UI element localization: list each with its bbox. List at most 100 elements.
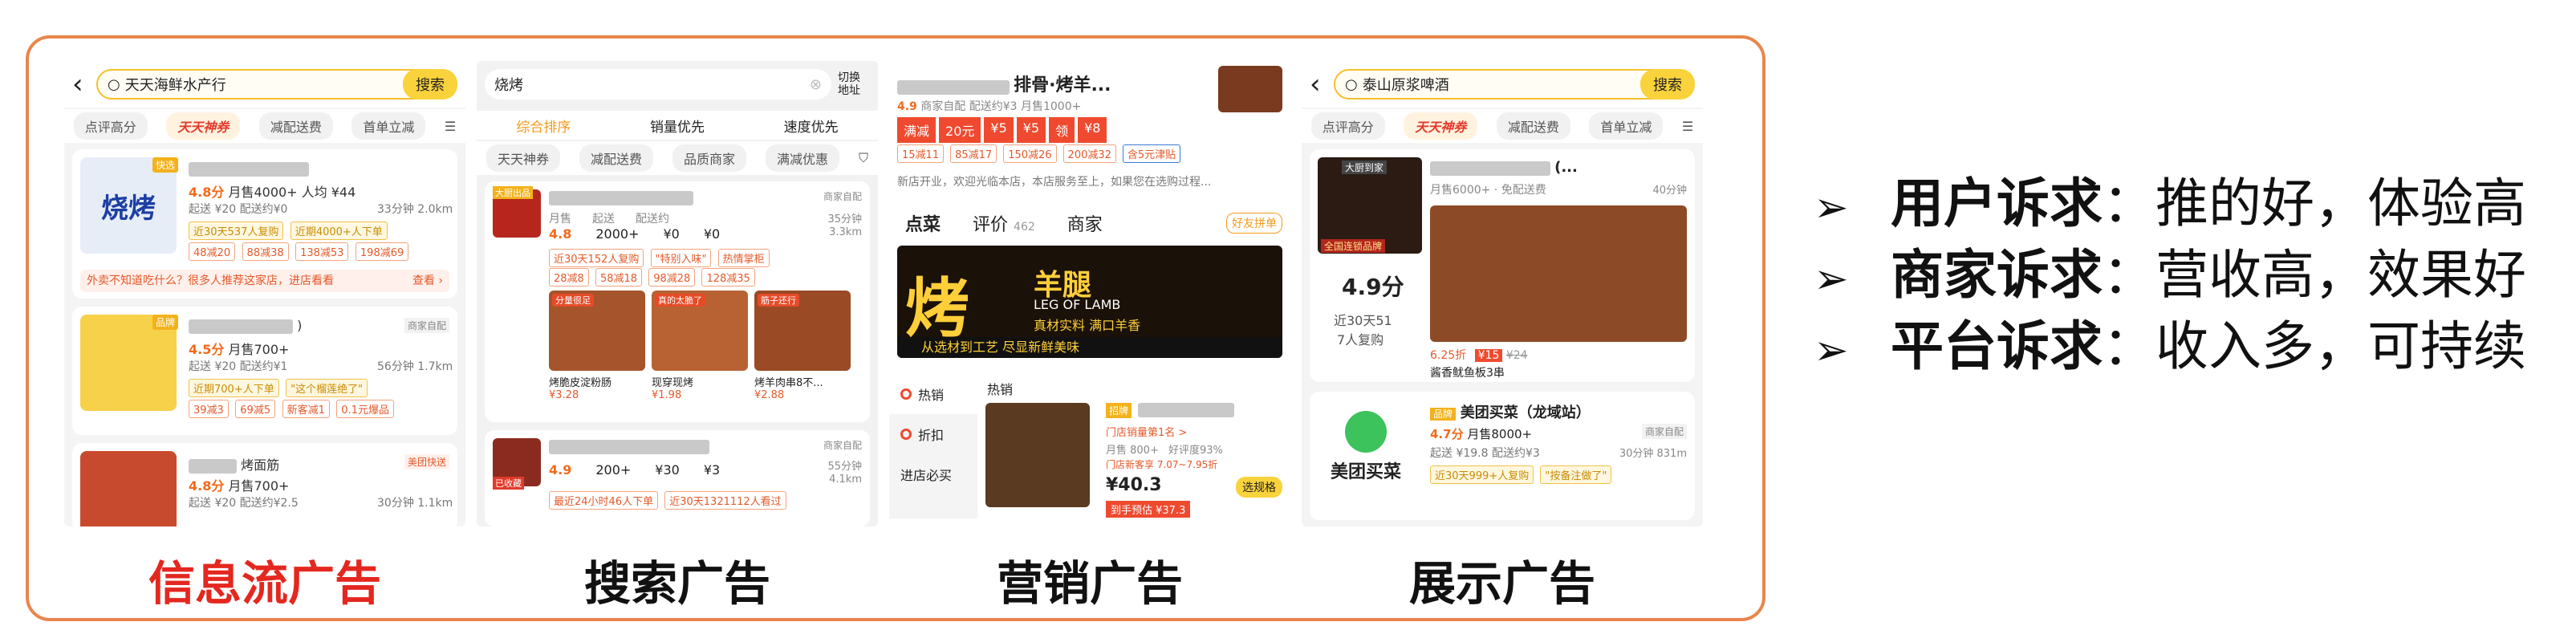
caption-search-ads: 搜索广告 [583, 556, 770, 611]
promo[interactable]: 满减 [897, 117, 937, 143]
tab-top-rated[interactable]: 点评高分 [1310, 112, 1385, 140]
tag-quote: "特别入味" [650, 249, 712, 267]
promo[interactable]: ¥5 [1016, 117, 1046, 143]
dish-item[interactable]: 筋子还行 烤羊肉串8不... ¥2.88 [754, 291, 851, 401]
dish-discount-note: 门店新客享 7.07~7.95折 [1106, 459, 1218, 470]
store-time: 35分钟 [827, 213, 862, 226]
promo-banner[interactable]: 烤 羊腿 LEG OF LAMB 真材实料 满口羊香 从选材到工艺 尽显新鲜美味 [897, 246, 1282, 358]
store-card[interactable]: 品牌 ) 商家自配 4.5分 月售700+ 起送 ¥20 配送约¥1 56分钟 … [72, 307, 457, 435]
search-text: 泰山原浆啤酒 [1362, 77, 1449, 94]
tab-coupon[interactable]: 天天神券 [1404, 112, 1478, 140]
filter-coupon[interactable]: 天天神券 [486, 144, 560, 172]
demand-platform: ➢ 平台诉求：收入多，可持续 [1814, 313, 2526, 384]
back-icon[interactable]: ‹ [1310, 68, 1334, 100]
store-name-suffix: (... [1554, 159, 1578, 176]
menu-icon[interactable]: ☰ [445, 119, 456, 134]
category-menu: 热销 折扣 进店必买 [889, 374, 977, 518]
label-delivery: 配送约 [636, 213, 669, 226]
promo[interactable]: ¥8 [1078, 117, 1107, 143]
tab-reviews[interactable]: 评价 462 [973, 210, 1035, 236]
store-card[interactable]: 烧烤 快选 4.8分 月售4000+ 人均 ¥44 起送 ¥20 配送约¥0 3… [72, 149, 457, 299]
store-name-suffix: 烤面筋 [241, 457, 280, 473]
filter-icon[interactable]: ⛉ [859, 150, 868, 166]
dish-image: 分量很足 [549, 291, 645, 371]
back-icon[interactable]: ‹ [72, 68, 96, 100]
dish-item[interactable]: 分量很足 烤脆皮淀粉肠 ¥3.28 [549, 291, 645, 401]
tab-coupon[interactable]: 天天神券 [166, 112, 241, 140]
coupon: 200减32 [1062, 144, 1116, 163]
tab-merchant[interactable]: 商家 [1067, 210, 1103, 236]
filter-quality[interactable]: 品质商家 [672, 144, 746, 172]
search-button[interactable]: 搜索 [403, 69, 457, 100]
search-input[interactable]: 烧烤 ⊗ [485, 69, 831, 100]
store-card[interactable]: 美团买菜 品牌 美团买菜（龙域站） 商家自配 4.7分 月售8000+ 起送 ¥… [1310, 392, 1695, 520]
dish-pill: 筋子还行 [758, 294, 799, 307]
tab-menu[interactable]: 点菜 [905, 210, 941, 236]
store-rating: 4.7分 [1430, 427, 1464, 441]
search-input[interactable]: ○ 泰山原浆啤酒 [1334, 69, 1688, 100]
arrow-bullet-icon: ➢ [1814, 184, 1849, 232]
dish-image: 真的太脆了 [652, 291, 748, 371]
store-card[interactable]: 已收藏 商家自配 4.9 200+ ¥30 ¥3 55分钟 4.1km 最近24… [485, 430, 870, 526]
caption-feed-ads: 信息流广告 [148, 556, 381, 611]
filter-delivery[interactable]: 减配送费 [579, 144, 653, 172]
clear-icon[interactable]: ⊗ [810, 76, 822, 93]
store-card[interactable]: 大厨出品 商家自配 月售 起送 配送约 4.8 2000+ ¥0 ¥0 35分钟… [485, 181, 870, 422]
sort-sales[interactable]: 销量优先 [650, 116, 705, 136]
recommend-note: 外卖不知道吃什么？很多人推荐这家店，进店看看 [87, 274, 334, 287]
switch-address[interactable]: 切换地址 [838, 71, 870, 97]
search-icon: ○ [1345, 75, 1358, 93]
blurred-name [1430, 161, 1550, 176]
filter-tabs: 点评高分 天天神券 减配送费 首单立减 ☰ [64, 109, 465, 143]
dish-card[interactable]: 招牌 门店销量第1名 > 月售 800+ 好评度93% 门店新客享 7.07~7… [985, 398, 1282, 518]
choose-spec-button[interactable]: 选规格 [1236, 477, 1282, 498]
sort-speed[interactable]: 速度优先 [784, 116, 839, 136]
recommend-bar[interactable]: 外卖不知道吃什么？很多人推荐这家店，进店看看 查看 › [80, 270, 449, 292]
banner-big-word: 烤 [905, 271, 969, 346]
coupon: 128减35 [701, 268, 755, 287]
menu-icon[interactable]: ☰ [1682, 119, 1693, 134]
store-sales: 月售6000+ · 免配送费 [1430, 184, 1546, 197]
tab-delivery[interactable]: 减配送费 [258, 112, 333, 140]
coupon: 88减38 [242, 242, 289, 261]
store-time: 30分钟 1.1km [377, 497, 453, 510]
promo[interactable]: ¥5 [984, 117, 1014, 143]
store-info: 起送 ¥20 配送约¥0 [189, 203, 288, 216]
tab-first-order[interactable]: 首单立减 [1589, 112, 1664, 140]
sort-default[interactable]: 综合排序 [516, 116, 571, 136]
recommend-more[interactable]: 查看 › [412, 270, 443, 292]
tab-top-rated[interactable]: 点评高分 [73, 112, 148, 140]
category-hot[interactable]: 热销 [889, 374, 977, 414]
coupon: 39减3 [189, 400, 229, 418]
store-score: 4.9分 [1342, 274, 1404, 300]
store-card[interactable]: 大厨到家 全国连锁品牌 (... 月售6000+ · 免配送费 40分钟 4.9… [1310, 149, 1695, 382]
store-distance: 3.3km [829, 226, 862, 238]
store-sales: 月售700+ [228, 478, 290, 494]
dish-est-price: 到手预估 ¥37.3 [1106, 501, 1191, 518]
store-sales: 2000+ [595, 226, 640, 242]
store-info: 起送 ¥20 配送约¥1 [189, 360, 288, 373]
logo-text: 美团买菜 [1330, 462, 1401, 482]
category-discount[interactable]: 折扣 [889, 414, 977, 454]
filter-discount[interactable]: 满减优惠 [765, 144, 839, 172]
store-rating: 4.8分 [189, 478, 225, 494]
store-card[interactable]: 烤面筋 美团快送 4.8分 月售700+ 起送 ¥20 配送约¥2.5 30分钟… [72, 443, 457, 526]
group-order-button[interactable]: 好友拼单 [1226, 213, 1282, 234]
brand-badge: 快选 [152, 157, 179, 173]
promo[interactable]: 领 [1049, 117, 1075, 143]
store-time: 56分钟 1.7km [377, 360, 453, 373]
dish-praise: 好评度93% [1168, 445, 1223, 457]
mt-grocery-icon [1345, 411, 1387, 453]
tab-delivery[interactable]: 减配送费 [1496, 112, 1570, 140]
search-button[interactable]: 搜索 [1640, 69, 1695, 100]
blurred-name [549, 190, 693, 205]
shop-tag: 美团快送 [404, 454, 449, 470]
tab-first-order[interactable]: 首单立减 [351, 112, 426, 140]
dish-badge: 招牌 [1106, 403, 1132, 418]
store-rating: 4.5分 [189, 342, 225, 357]
category-must-buy[interactable]: 进店必买 [889, 454, 977, 494]
dish-item[interactable]: 真的太脆了 现穿现烤 ¥1.98 [652, 291, 748, 401]
store-title: 排骨·烤羊... [1014, 75, 1111, 96]
promo[interactable]: 20元 [939, 117, 981, 143]
search-input[interactable]: ○ 天天海鲜水产行 [96, 69, 451, 100]
